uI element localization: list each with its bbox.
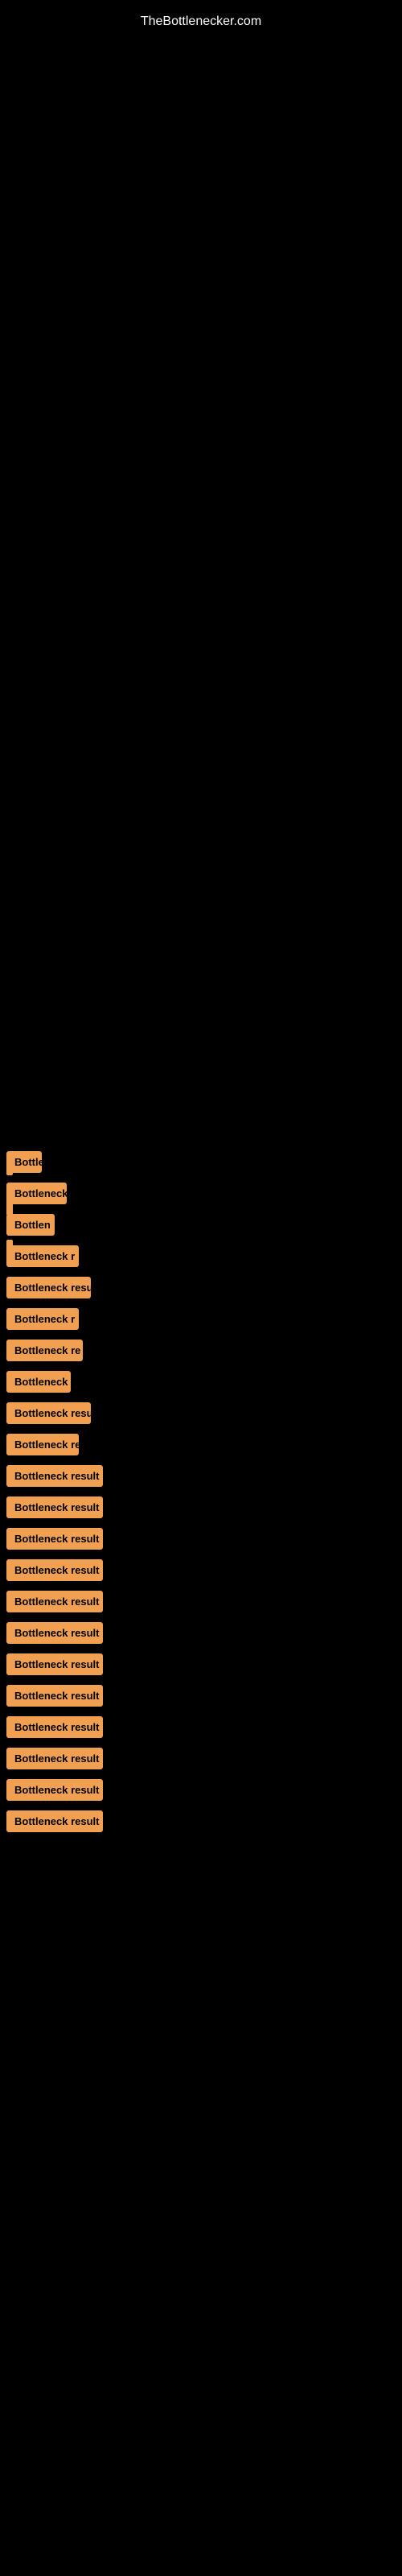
bottleneck-label-21: Bottleneck result: [6, 1779, 103, 1801]
bottleneck-item-9[interactable]: Bottleneck resu: [0, 1402, 402, 1424]
bottleneck-label-18: Bottleneck result: [6, 1685, 103, 1707]
bottleneck-item-4[interactable]: Bottleneck r: [0, 1245, 402, 1267]
bottleneck-item-14[interactable]: Bottleneck result: [0, 1559, 402, 1581]
bottleneck-label-3: Bottlen: [6, 1214, 55, 1236]
bottleneck-item-7[interactable]: Bottleneck re: [0, 1340, 402, 1361]
bottleneck-label-19: Bottleneck result: [6, 1716, 103, 1738]
bottleneck-item-18[interactable]: Bottleneck result: [0, 1685, 402, 1707]
bottleneck-item-1[interactable]: Bottle: [0, 1151, 402, 1173]
bottleneck-label-1: Bottle: [6, 1151, 42, 1173]
bottleneck-label-4: Bottleneck r: [6, 1245, 79, 1267]
bottleneck-label-8: Bottleneck: [6, 1371, 71, 1393]
bottleneck-label-10: Bottleneck re: [6, 1434, 79, 1455]
bottleneck-label-15: Bottleneck result: [6, 1591, 103, 1612]
bottleneck-item-8[interactable]: Bottleneck: [0, 1371, 402, 1393]
bottleneck-item-13[interactable]: Bottleneck result: [0, 1528, 402, 1550]
bottleneck-item-11[interactable]: Bottleneck result: [0, 1465, 402, 1487]
bottleneck-item-3[interactable]: Bottlen: [0, 1214, 402, 1236]
bottleneck-item-5[interactable]: Bottleneck resu: [0, 1277, 402, 1298]
bottleneck-item-15[interactable]: Bottleneck result: [0, 1591, 402, 1612]
bottleneck-item-22[interactable]: Bottleneck result: [0, 1810, 402, 1832]
bottleneck-item-21[interactable]: Bottleneck result: [0, 1779, 402, 1801]
bottleneck-label-7: Bottleneck re: [6, 1340, 83, 1361]
bottleneck-label-2: Bottleneck: [6, 1183, 67, 1204]
bottleneck-label-16: Bottleneck result: [6, 1622, 103, 1644]
bottleneck-item-19[interactable]: Bottleneck result: [0, 1716, 402, 1738]
bottleneck-items-container: Bottle Bottleneck Bottlen Bottleneck r Bottl…: [0, 1151, 402, 1842]
bottleneck-label-6: Bottleneck r: [6, 1308, 79, 1330]
bottleneck-label-5: Bottleneck resu: [6, 1277, 91, 1298]
bottleneck-item-20[interactable]: Bottleneck result: [0, 1748, 402, 1769]
bottleneck-item-10[interactable]: Bottleneck re: [0, 1434, 402, 1455]
site-title: TheBottlenecker.com: [0, 6, 402, 37]
bottleneck-label-13: Bottleneck result: [6, 1528, 103, 1550]
bottleneck-item-2[interactable]: Bottleneck: [0, 1183, 402, 1204]
bottleneck-label-22: Bottleneck result: [6, 1810, 103, 1832]
bottleneck-item-6[interactable]: Bottleneck r: [0, 1308, 402, 1330]
bottleneck-label-17: Bottleneck result: [6, 1653, 103, 1675]
bottleneck-item-16[interactable]: Bottleneck result: [0, 1622, 402, 1644]
bottleneck-item-17[interactable]: Bottleneck result: [0, 1653, 402, 1675]
bottleneck-label-20: Bottleneck result: [6, 1748, 103, 1769]
bottleneck-label-12: Bottleneck result: [6, 1496, 103, 1518]
bottleneck-item-12[interactable]: Bottleneck result: [0, 1496, 402, 1518]
bottleneck-label-14: Bottleneck result: [6, 1559, 103, 1581]
bottleneck-label-9: Bottleneck resu: [6, 1402, 91, 1424]
bottleneck-label-11: Bottleneck result: [6, 1465, 103, 1487]
